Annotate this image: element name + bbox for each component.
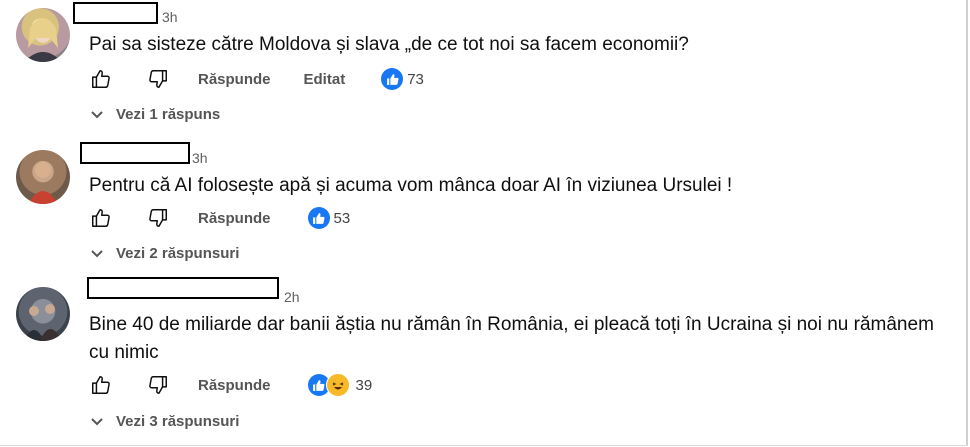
reaction-count: 53 xyxy=(333,209,351,227)
comment-time[interactable]: 3h xyxy=(192,150,208,166)
avatar[interactable] xyxy=(16,287,70,341)
haha-reaction-icon xyxy=(325,373,350,397)
reply-button[interactable]: Răspunde xyxy=(198,377,271,394)
reaction-count: 73 xyxy=(407,70,424,88)
view-replies-label: Vezi 3 răspunsuri xyxy=(116,413,240,430)
chevron-down-icon xyxy=(91,110,103,119)
avatar-image xyxy=(28,162,58,204)
reply-button[interactable]: Răspunde xyxy=(198,71,271,88)
reaction-count: 39 xyxy=(355,376,373,394)
comment-actions: Răspunde Editat 73 xyxy=(89,66,424,92)
reactions[interactable]: 53 xyxy=(307,207,351,229)
edited-label: Editat xyxy=(303,70,346,88)
view-replies-label: Vezi 2 răspunsuri xyxy=(116,245,240,262)
view-replies-button[interactable]: Vezi 1 răspuns xyxy=(91,106,220,123)
like-reaction-icon xyxy=(381,68,404,90)
comment-text: Pentru că AI folosește apă și acuma vom … xyxy=(89,175,733,196)
comment-actions: Răspunde 39 xyxy=(89,372,372,398)
author-name-redacted[interactable] xyxy=(73,2,158,24)
view-replies-button[interactable]: Vezi 3 răspunsuri xyxy=(91,413,239,430)
like-icon[interactable] xyxy=(89,206,113,230)
reactions[interactable]: 39 xyxy=(307,373,373,397)
chevron-down-icon xyxy=(91,417,103,426)
reactions[interactable]: 73 xyxy=(381,68,424,90)
dislike-icon[interactable] xyxy=(146,373,170,397)
chevron-down-icon xyxy=(91,249,103,258)
comment-actions: Răspunde 53 xyxy=(89,205,350,231)
author-name-redacted[interactable] xyxy=(87,277,279,299)
avatar-image xyxy=(24,18,62,62)
view-replies-button[interactable]: Vezi 2 răspunsuri xyxy=(91,245,239,262)
dislike-icon[interactable] xyxy=(146,206,170,230)
comment-time[interactable]: 3h xyxy=(162,9,178,25)
comment-time[interactable]: 2h xyxy=(284,289,300,305)
like-icon[interactable] xyxy=(89,373,113,397)
view-replies-label: Vezi 1 răspuns xyxy=(116,106,221,123)
avatar-image xyxy=(24,304,62,341)
like-reaction-icon xyxy=(307,207,330,229)
comment-text: Bine 40 de miliarde dar banii ăștia nu r… xyxy=(89,314,934,363)
comment-text: Pai sa sisteze către Moldova și slava „d… xyxy=(89,34,689,55)
reply-button[interactable]: Răspunde xyxy=(198,210,271,227)
dislike-icon[interactable] xyxy=(146,67,170,91)
avatar[interactable] xyxy=(16,8,70,62)
author-name-redacted[interactable] xyxy=(80,142,190,164)
avatar[interactable] xyxy=(16,150,70,204)
like-icon[interactable] xyxy=(89,67,113,91)
